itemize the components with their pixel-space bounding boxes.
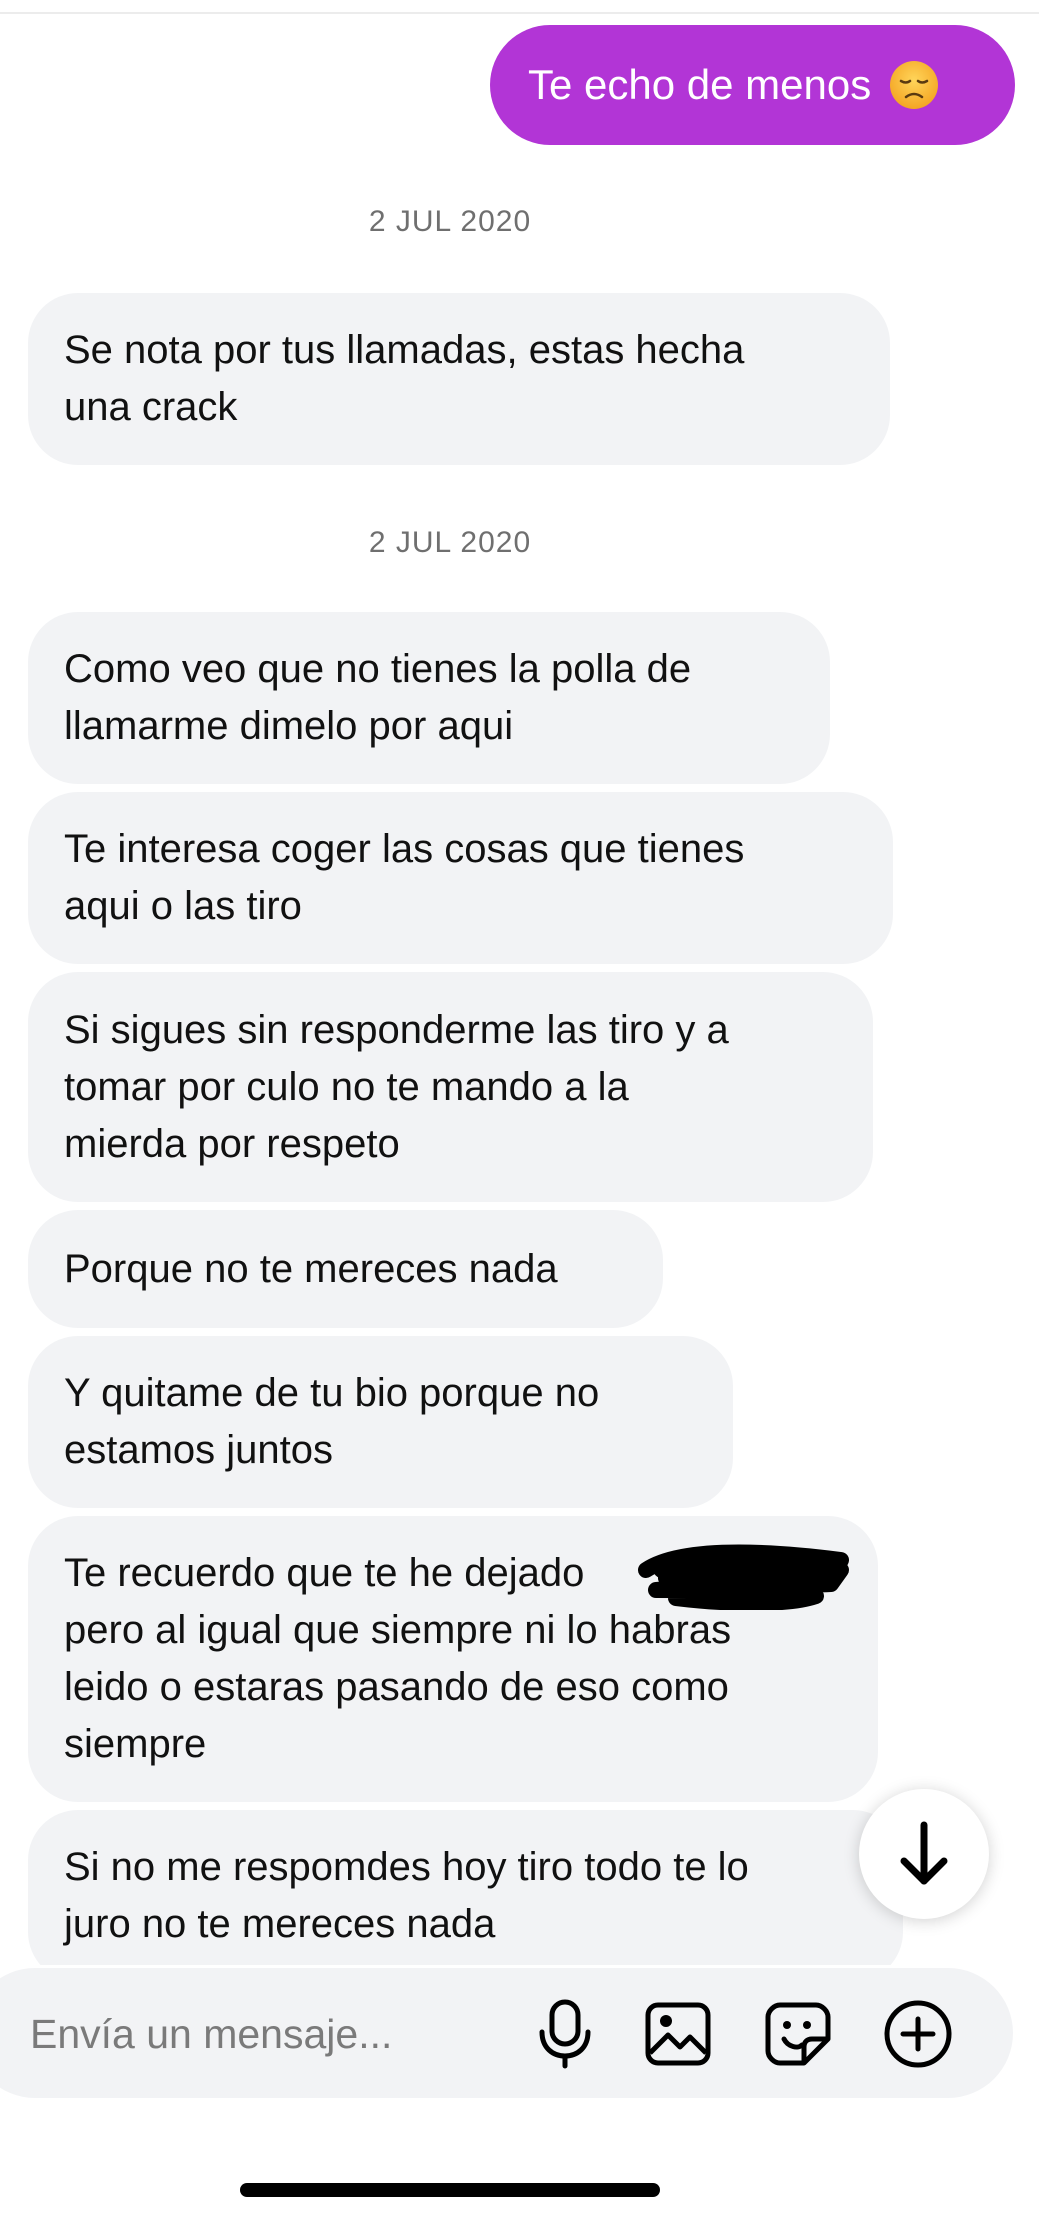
message-line: tomar por culo no te mando a la [64, 1064, 629, 1109]
message-line: llamarme dimelo por aqui [64, 704, 514, 748]
message-line: mierda por respeto [64, 1121, 400, 1166]
date-separator: 2 JUL 2020 [368, 526, 532, 559]
arrow-down-icon [900, 1821, 948, 1885]
message-line: pero al igual que siempre ni lo habras [64, 1608, 732, 1652]
message-line: estamos juntos [64, 1428, 334, 1472]
sticker-icon[interactable] [762, 1998, 834, 2070]
sent-message-text: Te echo de menos [528, 61, 872, 108]
home-indicator [240, 2183, 660, 2197]
received-message-bubble[interactable]: Y quitame de tu bio porque no estamos ju… [28, 1336, 733, 1508]
message-line: siempre [64, 1722, 207, 1766]
message-line: juro no te mereces nada [64, 1902, 496, 1946]
message-line: Te interesa coger las cosas que tienes [64, 827, 745, 871]
received-message-bubble[interactable]: Si sigues sin responderme las tiro y a t… [28, 972, 873, 1202]
message-line: Como veo que no tienes la polla de [64, 647, 692, 691]
message-line: Si no me respomdes hoy tiro todo te lo [64, 1845, 749, 1889]
received-message-bubble[interactable]: Porque no te mereces nada [28, 1210, 663, 1328]
received-message-bubble[interactable]: Te interesa coger las cosas que tienes a… [28, 792, 893, 964]
disappointed-face-icon [889, 60, 939, 110]
message-line: aqui o las tiro [64, 884, 302, 928]
image-icon[interactable] [642, 1998, 714, 2070]
received-message-bubble[interactable]: Si no me respomdes hoy tiro todo te lo j… [28, 1810, 903, 1965]
scroll-to-bottom-button[interactable] [859, 1789, 989, 1919]
message-line: una crack [64, 385, 238, 429]
sent-message-bubble[interactable]: Te echo de menos [490, 25, 1015, 145]
plus-circle-icon[interactable] [882, 1998, 954, 2070]
message-input[interactable] [28, 1998, 512, 2070]
message-line: Y quitame de tu bio porque no [64, 1371, 600, 1415]
message-line: Si sigues sin responderme las tiro y a [64, 1007, 729, 1052]
received-message-bubble[interactable]: Como veo que no tienes la polla de llama… [28, 612, 830, 784]
message-line: Se nota por tus llamadas, estas hecha [64, 328, 745, 372]
message-line: Porque no te mereces nada [64, 1246, 558, 1291]
message-thread[interactable]: Te echo de menos 2 JUL 2020 Se nota por … [0, 0, 1039, 1965]
microphone-icon[interactable] [529, 1998, 601, 2070]
redaction-scribble [638, 1544, 849, 1610]
message-line: leido o estaras pasando de eso como [64, 1665, 729, 1709]
received-message-bubble[interactable]: Se nota por tus llamadas, estas hecha un… [28, 293, 890, 465]
message-line: Te recuerdo que te he dejado [64, 1551, 585, 1595]
date-separator: 2 JUL 2020 [368, 205, 532, 238]
